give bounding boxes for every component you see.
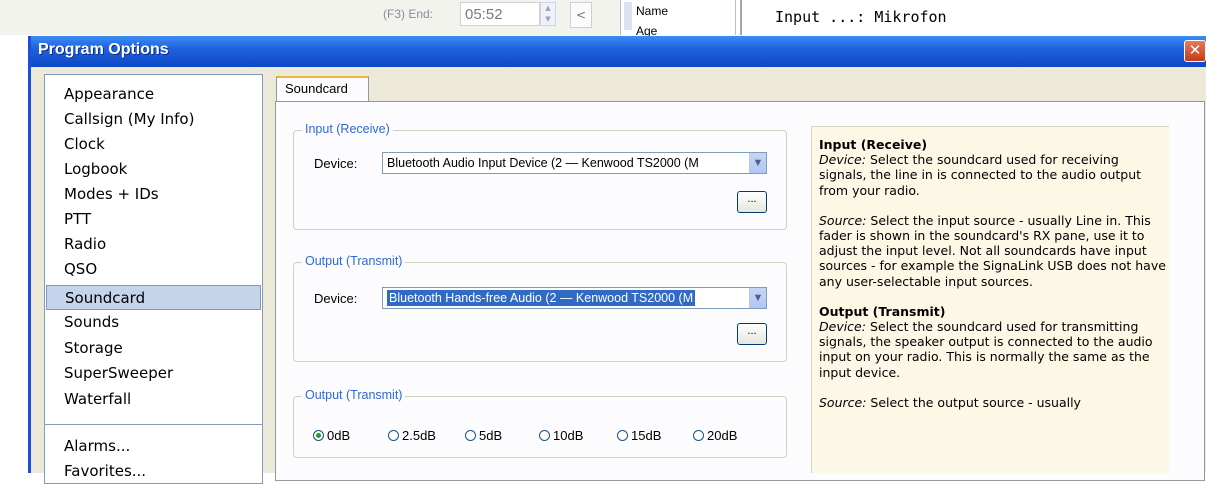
spin-down-icon: ▼ xyxy=(545,15,551,23)
dialog-title: Program Options xyxy=(38,41,169,58)
radio-icon xyxy=(617,430,628,441)
input-receive-group: Input (Receive) xyxy=(293,122,787,230)
radio-0db-label: 0dB xyxy=(327,428,351,443)
radio-15db-label: 15dB xyxy=(631,428,662,443)
close-icon: ✕ xyxy=(1188,41,1202,59)
nav-item-favorites[interactable]: Favorites... xyxy=(46,459,261,484)
chevron-down-icon[interactable]: ▼ xyxy=(749,288,766,308)
end-time-field[interactable]: 05:52 xyxy=(460,2,540,26)
nav-item-appearance[interactable]: Appearance xyxy=(46,82,261,107)
help-panel: Input (Receive) Device: Select the sound… xyxy=(811,126,1169,473)
table-row-selector[interactable] xyxy=(624,2,632,30)
close-button[interactable]: ✕ xyxy=(1184,40,1206,62)
help-input-device-term: Device: xyxy=(819,152,866,168)
radio-icon xyxy=(465,430,476,441)
end-time-label: (F3) End: xyxy=(383,7,434,21)
output-level-group: Output (Transmit) xyxy=(293,388,787,458)
radio-icon xyxy=(388,430,399,441)
input-group-legend: Input (Receive) xyxy=(302,122,393,136)
help-output-source-term: Source: xyxy=(819,394,867,410)
background-panel-left xyxy=(0,0,206,35)
nav-item-logbook[interactable]: Logbook xyxy=(46,157,261,182)
nav-item-modes-ids[interactable]: Modes + IDs xyxy=(46,182,261,207)
radio-2-5db[interactable]: 2.5dB xyxy=(388,428,436,444)
background-table: Name Age xyxy=(620,0,736,38)
options-category-list[interactable]: Appearance Callsign (My Info) Clock Logb… xyxy=(44,74,263,454)
console-text: Input ...: Mikrofon xyxy=(775,8,947,26)
nav-item-storage[interactable]: Storage xyxy=(46,336,261,361)
radio-10db-label: 10dB xyxy=(553,428,584,443)
input-device-select[interactable]: Bluetooth Audio Input Device (2 — Kenwoo… xyxy=(382,152,767,174)
output-device-value: Bluetooth Hands-free Audio (2 — Kenwood … xyxy=(387,290,696,306)
radio-20db-label: 20dB xyxy=(707,428,738,443)
nav-item-sounds[interactable]: Sounds xyxy=(46,310,261,335)
nav-item-radio[interactable]: Radio xyxy=(46,232,261,257)
nav-item-alarms[interactable]: Alarms... xyxy=(46,434,261,459)
help-output-device-term: Device: xyxy=(819,319,866,335)
radio-0db[interactable]: 0dB xyxy=(313,428,350,444)
radio-5db-label: 5dB xyxy=(479,428,503,443)
help-input-source-text: Select the input source - usually Line i… xyxy=(819,212,1166,289)
radio-15db[interactable]: 15dB xyxy=(617,428,661,444)
radio-selected-icon xyxy=(313,430,324,441)
help-output-device-text: Select the soundcard used for transmitti… xyxy=(819,319,1153,380)
help-input-heading: Input (Receive) xyxy=(819,137,928,152)
output-transmit-group: Output (Transmit) xyxy=(293,254,787,362)
spin-up-icon: ▲ xyxy=(545,4,551,12)
tab-soundcard[interactable]: Soundcard xyxy=(276,76,369,102)
nav-item-waterfall[interactable]: Waterfall xyxy=(46,387,261,412)
output-device-browse-button[interactable]: ... xyxy=(737,323,767,345)
back-button[interactable]: < xyxy=(570,2,592,28)
nav-item-soundcard[interactable]: Soundcard xyxy=(46,285,261,310)
radio-icon xyxy=(693,430,704,441)
output-level-legend: Output (Transmit) xyxy=(302,388,406,402)
nav-item-callsign[interactable]: Callsign (My Info) xyxy=(46,107,261,132)
end-time-spinner[interactable]: ▲ ▼ xyxy=(540,2,556,26)
output-device-select[interactable]: Bluetooth Hands-free Audio (2 — Kenwood … xyxy=(382,287,767,309)
radio-5db[interactable]: 5dB xyxy=(465,428,502,444)
help-input-source-term: Source: xyxy=(819,212,867,228)
help-output-source-text: Select the output source - usually xyxy=(866,394,1081,410)
input-device-browse-button[interactable]: ... xyxy=(737,191,767,213)
radio-2-5db-label: 2.5dB xyxy=(402,428,436,443)
input-device-value: Bluetooth Audio Input Device (2 — Kenwoo… xyxy=(387,156,699,170)
chevron-down-icon[interactable]: ▼ xyxy=(749,153,766,173)
table-header-name[interactable]: Name xyxy=(636,4,668,18)
help-input-device-text: Select the soundcard used for receiving … xyxy=(819,152,1142,198)
dialog-titlebar[interactable]: Program Options ✕ xyxy=(31,36,1206,67)
output-group-legend: Output (Transmit) xyxy=(302,254,406,268)
nav-item-clock[interactable]: Clock xyxy=(46,132,261,157)
radio-icon xyxy=(539,430,550,441)
output-device-label: Device: xyxy=(314,291,358,306)
nav-item-supersweeper[interactable]: SuperSweeper xyxy=(46,361,261,386)
options-extra-list[interactable]: Alarms... Favorites... xyxy=(44,424,263,484)
splitter[interactable] xyxy=(740,0,742,35)
help-output-heading: Output (Transmit) xyxy=(819,303,946,319)
radio-10db[interactable]: 10dB xyxy=(539,428,583,444)
nav-item-qso[interactable]: QSO xyxy=(46,257,261,282)
input-device-label: Device: xyxy=(314,156,358,171)
nav-item-ptt[interactable]: PTT xyxy=(46,207,261,232)
radio-20db[interactable]: 20dB xyxy=(693,428,737,444)
